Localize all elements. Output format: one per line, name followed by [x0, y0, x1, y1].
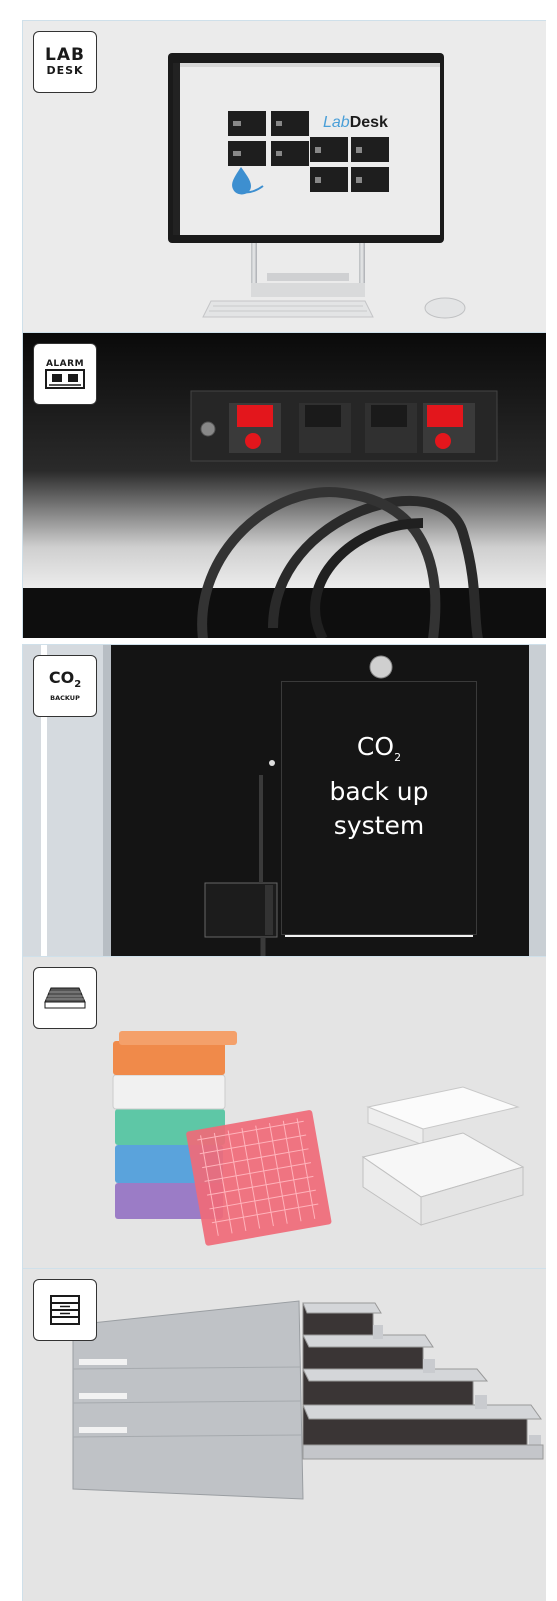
sign-line-co2: CO2	[356, 732, 402, 764]
alarm-connector-illustration	[23, 333, 546, 638]
drawer-rack-icon	[50, 1295, 80, 1325]
alarm-panel: ALARM	[22, 332, 546, 638]
co2-badge: CO2 BACKUP	[33, 655, 97, 717]
labdesk-badge: LAB DESK	[33, 31, 97, 93]
computer-illustration	[168, 53, 466, 319]
drawer-rack-panel	[22, 1268, 546, 1601]
storage-boxes-illustration	[112, 1031, 525, 1246]
storage-boxes-panel	[22, 956, 546, 1268]
red-clip-left	[237, 405, 273, 427]
alarm-badge: ALARM	[33, 343, 97, 405]
tube-rack-icon	[44, 987, 86, 1009]
drawer-rack-illustration	[72, 1300, 544, 1500]
labdesk-panel: LabDesk LAB DESK	[22, 20, 546, 332]
co2-backup-panel: CO2 back up system CO2 BACKUP	[22, 644, 546, 956]
storage-box-badge	[33, 967, 97, 1029]
drawer-rack-badge	[33, 1279, 97, 1341]
co2-backup-sign: CO2 back up system	[281, 681, 477, 935]
sign-line-backup: back up	[329, 777, 429, 806]
sign-line-system: system	[333, 811, 425, 840]
labdesk-screen-logo: LabDesk	[323, 114, 388, 131]
alarm-connector-icon	[45, 369, 85, 389]
red-clip-right	[427, 405, 463, 427]
